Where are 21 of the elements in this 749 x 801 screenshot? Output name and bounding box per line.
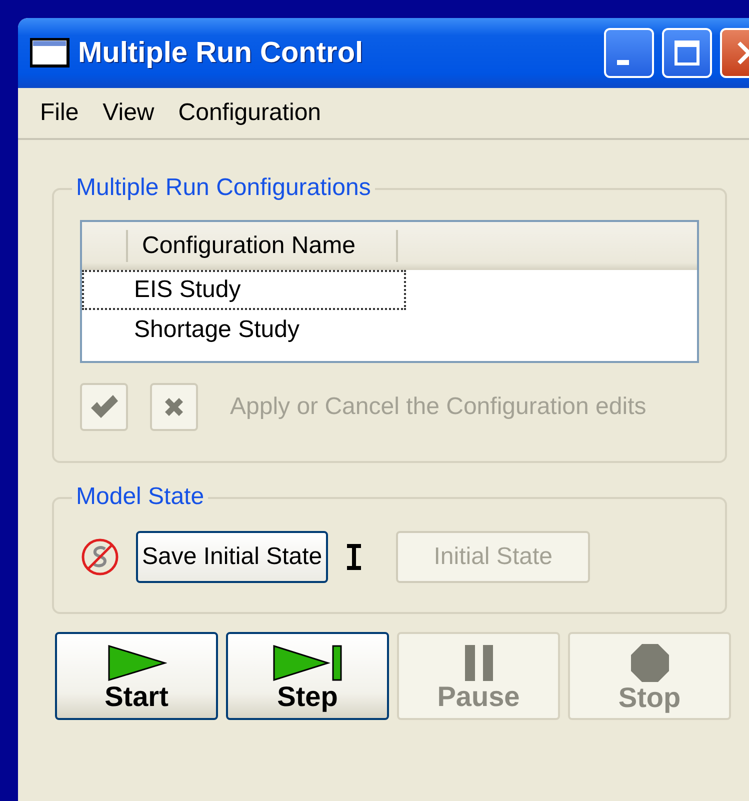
checkmark-icon [89,394,119,420]
play-icon [106,644,166,682]
maximize-icon [673,39,701,67]
window-title: Multiple Run Control [78,36,364,70]
step-button[interactable]: Step [226,632,389,720]
window-icon [30,38,70,68]
menu-item[interactable]: File [40,99,79,127]
save-initial-state-button[interactable]: Save Initial State [136,531,328,583]
menu-item[interactable]: Configuration [178,99,322,127]
table-cell[interactable]: EIS Study [82,270,406,310]
pause-icon [464,644,494,682]
step-icon [272,644,344,682]
start-button[interactable]: Start [55,632,218,720]
menu-item[interactable]: View [102,99,154,127]
minimize-button[interactable] [604,28,654,78]
stop-icon [630,643,670,683]
table-cell[interactable]: Shortage Study [82,310,406,350]
maximize-button[interactable] [662,28,712,78]
hint-text: Apply or Cancel the Configuration edits [230,393,646,421]
no-save-icon [80,537,120,577]
minimize-icon [617,60,629,64]
